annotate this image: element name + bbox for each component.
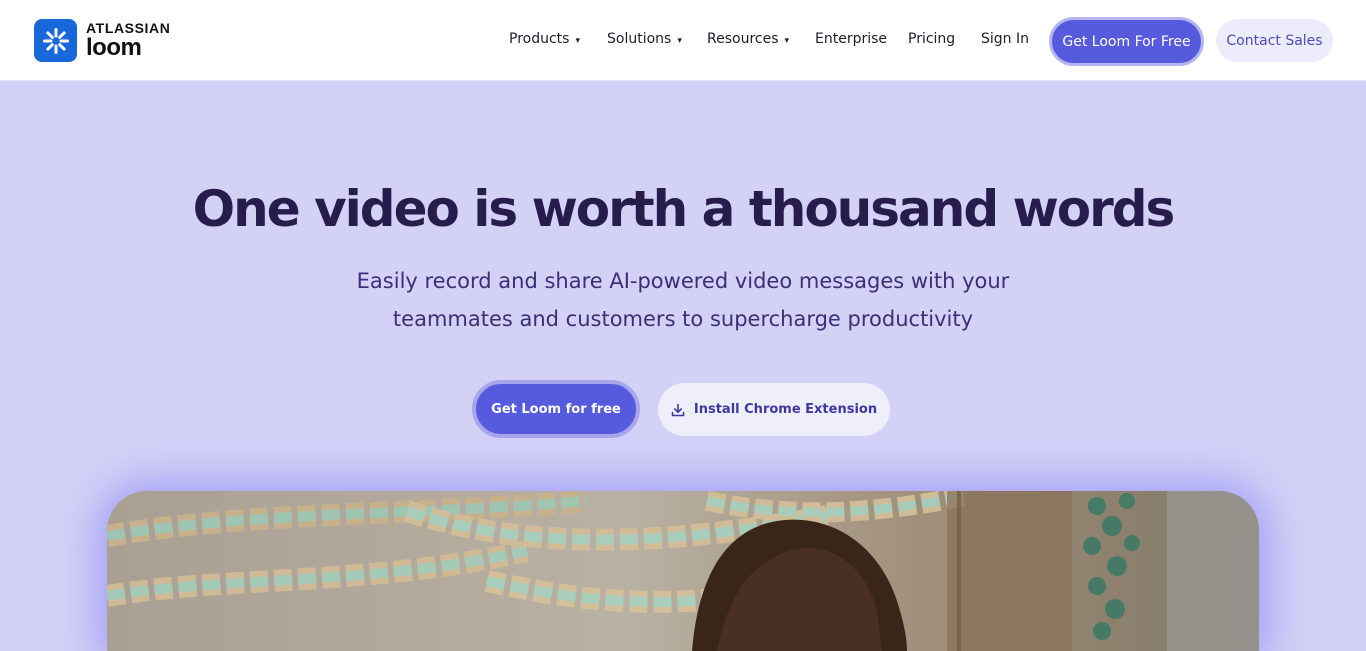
top-navigation: ATLASSIAN loom Products ▾ Solutions ▾ Re… [0, 0, 1366, 81]
nav-item-solutions[interactable]: Solutions ▾ [607, 31, 682, 47]
hero-subtitle-line-2: teammates and customers to supercharge p… [392, 307, 974, 331]
hero-subtitle-line-1: Easily record and share AI-powered video… [356, 269, 1010, 293]
video-thumbnail-illustration [107, 491, 1259, 651]
get-loom-free-cta-button[interactable]: Get Loom for free [472, 380, 640, 438]
hero-title: One video is worth a thousand words [192, 180, 1176, 238]
hero-video-image[interactable] [107, 491, 1259, 651]
chevron-down-icon: ▾ [677, 35, 682, 46]
nav-item-enterprise[interactable]: Enterprise [815, 31, 887, 47]
nav-item-label: Sign In [981, 31, 1029, 47]
contact-sales-button[interactable]: Contact Sales [1216, 19, 1333, 62]
hero-subtitle: Easily record and share AI-powered video… [333, 262, 1033, 338]
nav-item-products[interactable]: Products ▾ [509, 31, 580, 47]
chevron-down-icon: ▾ [575, 35, 580, 46]
nav-item-sign-in[interactable]: Sign In [981, 31, 1029, 47]
nav-item-label: Products [509, 31, 570, 47]
nav-item-label: Resources [707, 31, 779, 47]
nav-item-label: Solutions [607, 31, 672, 47]
nav-item-pricing[interactable]: Pricing [908, 31, 955, 47]
get-loom-free-nav-button[interactable]: Get Loom For Free [1049, 17, 1204, 66]
chevron-down-icon: ▾ [784, 35, 790, 46]
nav-item-resources[interactable]: Resources ▾ [707, 31, 789, 47]
install-chrome-extension-label: Install Chrome Extension [693, 402, 878, 417]
download-icon [671, 403, 685, 416]
install-chrome-extension-button[interactable]: Install Chrome Extension [658, 383, 890, 436]
nav-item-label: Pricing [908, 31, 956, 47]
nav-item-label: Enterprise [815, 31, 888, 47]
